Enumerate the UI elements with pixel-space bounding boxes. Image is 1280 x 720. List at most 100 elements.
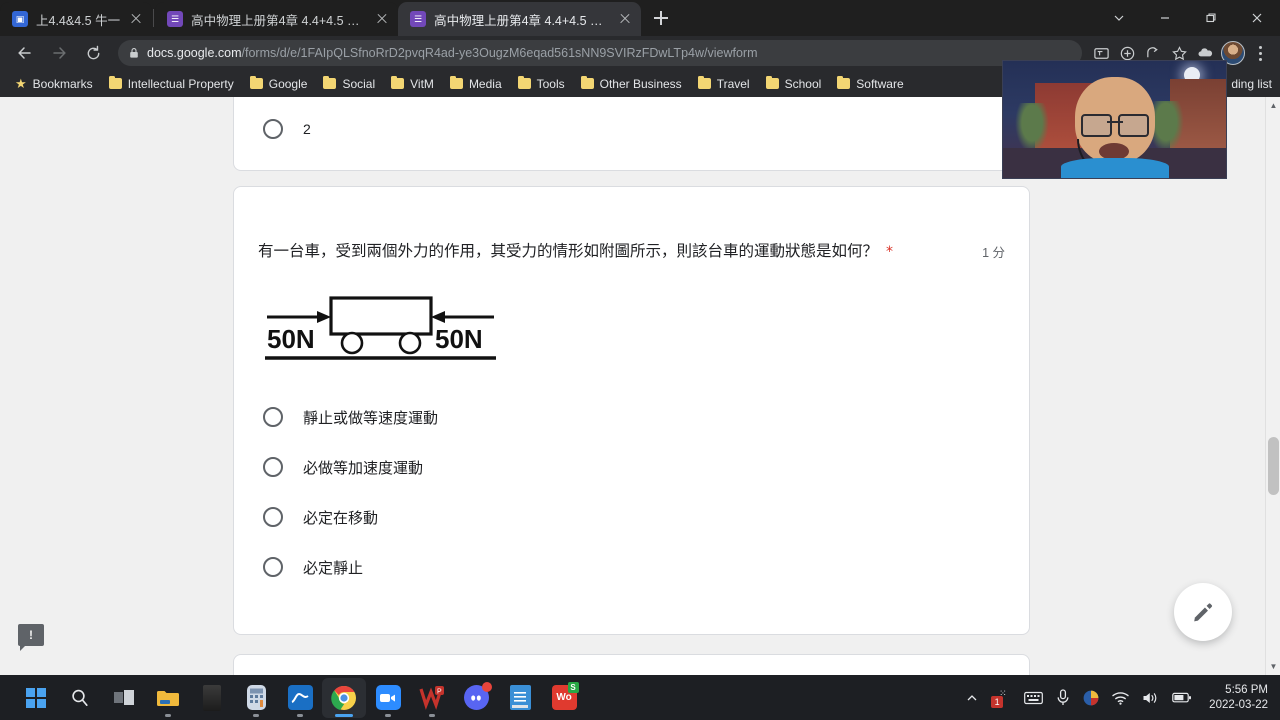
bookmark-item-media[interactable]: Media — [443, 74, 509, 94]
bookmark-item-tools[interactable]: Tools — [511, 74, 572, 94]
task-view-button[interactable] — [102, 678, 146, 718]
reload-button[interactable] — [79, 39, 107, 67]
question-card: 有一台車，受到兩個外力的作用，其受力的情形如附圖所示，則該台車的運動狀態是如何？… — [233, 186, 1030, 635]
radio-button[interactable] — [263, 407, 283, 427]
address-bar[interactable]: docs.google.com/forms/d/e/1FAIpQLSfnoRrD… — [118, 40, 1082, 66]
calculator-button[interactable] — [234, 678, 278, 718]
scroll-up-arrow-icon[interactable]: ▲ — [1266, 98, 1280, 113]
bookmark-item-bookmarks[interactable]: ★ Bookmarks — [8, 74, 100, 94]
bookmark-item-intellectual-property[interactable]: Intellectual Property — [102, 74, 241, 94]
scrollbar-thumb[interactable] — [1268, 437, 1279, 495]
options-list: 靜止或做等速度運動 必做等加速度運動 必定在移動 必定靜止 — [234, 392, 1029, 592]
google-forms-page: 2 有一台車，受到兩個外力的作用，其受力的情形如附圖所示，則該台車的運動狀態是如… — [0, 97, 1280, 675]
bookmark-item-school[interactable]: School — [759, 74, 829, 94]
bookmark-item-travel[interactable]: Travel — [691, 74, 757, 94]
radio-button[interactable] — [263, 557, 283, 577]
folder-icon — [765, 75, 779, 89]
url-host: docs.google.com — [147, 46, 242, 60]
bookmark-item-social[interactable]: Social — [316, 74, 382, 94]
bookmark-item-vitm[interactable]: VitM — [384, 74, 441, 94]
option-row[interactable]: 2 — [234, 104, 1029, 154]
word-app-button[interactable]: Wo S — [542, 678, 586, 718]
back-button[interactable] — [11, 39, 39, 67]
forward-button[interactable] — [45, 39, 73, 67]
ime-indicator[interactable]: ⁙ 1 — [991, 688, 1011, 708]
left-force-label: 50N — [267, 324, 315, 354]
zoom-app-button[interactable] — [366, 678, 410, 718]
dark-app-button[interactable] — [190, 678, 234, 718]
close-icon[interactable] — [1234, 0, 1280, 36]
tab-title: 高中物理上册第4章 4.4+4.5 牛一 — [434, 13, 610, 28]
tab-close-icon[interactable] — [128, 11, 144, 27]
bookmark-label: Travel — [716, 76, 750, 91]
page-scrollbar[interactable]: ▲ ▼ — [1265, 97, 1280, 675]
option-row-4[interactable]: 必定靜止 — [234, 542, 1029, 592]
option-row-1[interactable]: 靜止或做等速度運動 — [234, 392, 1029, 442]
calculator-icon — [246, 685, 266, 710]
taskbar-clock[interactable]: 5:56 PM 2022-03-22 — [1209, 683, 1268, 713]
search-button[interactable] — [58, 678, 102, 718]
required-marker: * — [886, 244, 894, 260]
folder-icon — [108, 75, 122, 89]
graph-app-button[interactable] — [278, 678, 322, 718]
minimize-icon[interactable] — [1142, 0, 1188, 36]
app-running-indicator — [253, 713, 259, 717]
bookmark-label: Social — [342, 76, 376, 91]
tab-search-chevron-down-icon[interactable] — [1096, 0, 1142, 36]
new-tab-button[interactable] — [647, 4, 675, 32]
radio-button[interactable] — [263, 119, 283, 139]
volume-icon[interactable] — [1142, 691, 1159, 705]
kebab-menu-icon[interactable] — [1248, 40, 1272, 66]
tab-close-icon[interactable] — [374, 11, 390, 27]
option-label: 靜止或做等速度運動 — [303, 408, 439, 427]
bookmark-item-other-business[interactable]: Other Business — [574, 74, 689, 94]
option-label: 必定靜止 — [303, 558, 364, 577]
chevron-up-icon[interactable] — [966, 692, 978, 704]
wifi-icon[interactable] — [1112, 691, 1129, 705]
clock-date: 2022-03-22 — [1209, 698, 1268, 711]
windows-logo-icon — [23, 685, 49, 711]
browser-tab-3-active[interactable]: ☰ 高中物理上册第4章 4.4+4.5 牛一 — [398, 2, 642, 36]
wps-office-button[interactable]: P — [410, 678, 454, 718]
edit-fab-button[interactable] — [1174, 583, 1232, 641]
scroll-down-arrow-icon[interactable]: ▼ — [1266, 659, 1280, 674]
notification-badge — [481, 682, 492, 692]
browser-tab-2[interactable]: ☰ 高中物理上册第4章 4.4+4.5 牛一 — [155, 2, 399, 36]
restore-icon[interactable] — [1188, 0, 1234, 36]
cart-force-diagram: 50N 50N — [263, 296, 498, 368]
folder-icon — [517, 75, 531, 89]
radio-button[interactable] — [263, 457, 283, 477]
bookmark-item-google[interactable]: Google — [243, 74, 315, 94]
tab-close-icon[interactable] — [617, 11, 633, 27]
bookmark-label: Google — [268, 76, 308, 91]
battery-icon[interactable] — [1172, 691, 1192, 704]
windows-taskbar: P Wo S ⁙ 1 5:56 PM 2022-03-22 — [0, 675, 1280, 720]
report-problem-icon[interactable]: ! — [18, 624, 44, 651]
webcam-overlay — [1002, 60, 1227, 179]
microphone-icon[interactable] — [1056, 689, 1070, 706]
bookmark-label: Media — [468, 76, 502, 91]
keyboard-icon[interactable] — [1024, 691, 1044, 705]
reading-list-button[interactable]: ding list — [1231, 77, 1272, 91]
background-tree-left — [1015, 103, 1049, 153]
discord-app-button[interactable] — [454, 678, 498, 718]
excel-badge: S — [567, 682, 579, 693]
bookmark-item-software[interactable]: Software — [830, 74, 910, 94]
radio-button[interactable] — [263, 507, 283, 527]
right-force-label: 50N — [435, 324, 483, 354]
app-running-indicator — [165, 713, 171, 717]
folder-icon — [837, 75, 851, 89]
graph-icon — [287, 685, 313, 710]
chrome-browser-button[interactable] — [322, 677, 366, 718]
browser-tab-1[interactable]: ▣ 上4.4&4.5 牛一 — [0, 2, 153, 36]
option-row-2[interactable]: 必做等加速度運動 — [234, 442, 1029, 492]
colorful-app-icon[interactable] — [1083, 690, 1099, 706]
forms-icon: ☰ — [410, 11, 427, 27]
file-explorer-button[interactable] — [146, 678, 190, 718]
start-button[interactable] — [14, 678, 58, 718]
option-row-3[interactable]: 必定在移動 — [234, 492, 1029, 542]
bookmark-label: Bookmarks — [32, 76, 93, 91]
dark-app-icon — [203, 684, 221, 711]
notepad-app-button[interactable] — [498, 678, 542, 718]
folder-icon — [323, 75, 337, 89]
